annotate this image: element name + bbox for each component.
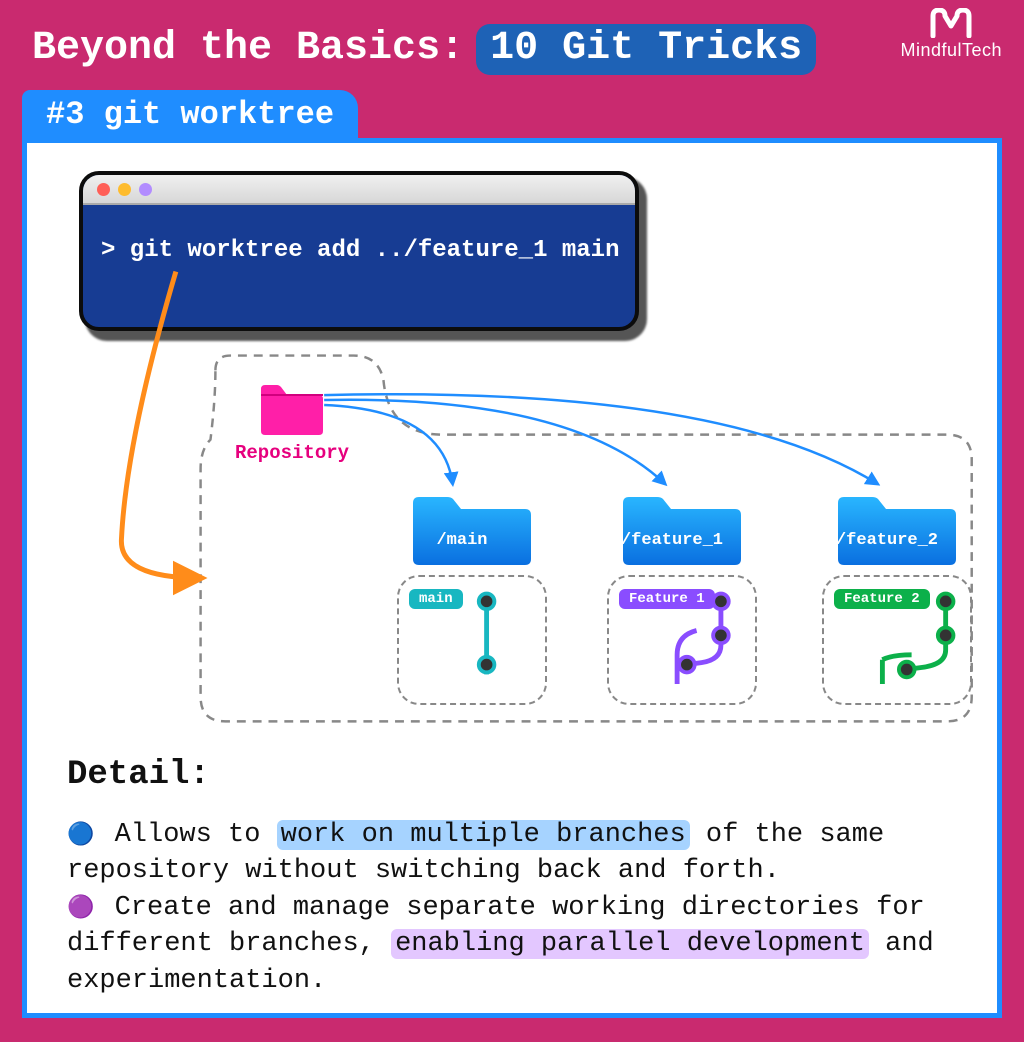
- terminal-window: > git worktree add ../feature_1 main: [79, 171, 639, 331]
- branch-graph-feature1: Feature 1: [607, 575, 757, 705]
- bullet-icon: 🔵: [67, 823, 94, 848]
- worktree-main: /main main: [397, 491, 547, 705]
- highlight: work on multiple branches: [277, 820, 690, 850]
- worktree-path: /feature_1: [607, 531, 737, 550]
- git-graph-icon: [824, 577, 970, 704]
- folder-icon: [832, 491, 962, 565]
- detail-line-1: 🔵 Allows to work on multiple branches of…: [67, 817, 967, 890]
- close-icon: [97, 183, 110, 196]
- branch-graph-feature2: Feature 2: [822, 575, 972, 705]
- terminal-titlebar: [83, 175, 635, 205]
- git-graph-icon: [609, 577, 755, 704]
- repository-node: Repository: [235, 381, 349, 464]
- minimize-icon: [118, 183, 131, 196]
- page-title: Beyond the Basics: 10 Git Tricks: [32, 24, 816, 75]
- detail-line-2: 🟣 Create and manage separate working dir…: [67, 890, 967, 999]
- branch-graph-main: main: [397, 575, 547, 705]
- worktree-feature1: /feature_1 Feature 1: [607, 491, 757, 705]
- worktree-feature2: /feature_2 Feature 2: [822, 491, 972, 705]
- brand-icon: [929, 8, 973, 38]
- highlight: enabling parallel development: [391, 929, 869, 959]
- content-panel: > git worktree add ../feature_1 main Rep…: [22, 138, 1002, 1018]
- zoom-icon: [139, 183, 152, 196]
- folder-icon: [407, 491, 537, 565]
- detail-heading: Detail:: [67, 753, 967, 799]
- brand-logo: MindfulTech: [900, 8, 1002, 61]
- title-part-a: Beyond the Basics:: [32, 26, 464, 71]
- folder-icon: [257, 381, 327, 435]
- title-part-b: 10 Git Tricks: [476, 24, 816, 75]
- git-graph-icon: [399, 577, 545, 704]
- bullet-icon: 🟣: [67, 896, 94, 921]
- worktree-path: /main: [397, 531, 527, 550]
- brand-text: MindfulTech: [900, 40, 1002, 60]
- repository-label: Repository: [235, 442, 349, 464]
- worktree-path: /feature_2: [822, 531, 952, 550]
- folder-icon: [617, 491, 747, 565]
- section-tab: #3 git worktree: [22, 90, 358, 141]
- terminal-command: > git worktree add ../feature_1 main: [83, 205, 635, 264]
- detail-section: Detail: 🔵 Allows to work on multiple bra…: [67, 753, 967, 999]
